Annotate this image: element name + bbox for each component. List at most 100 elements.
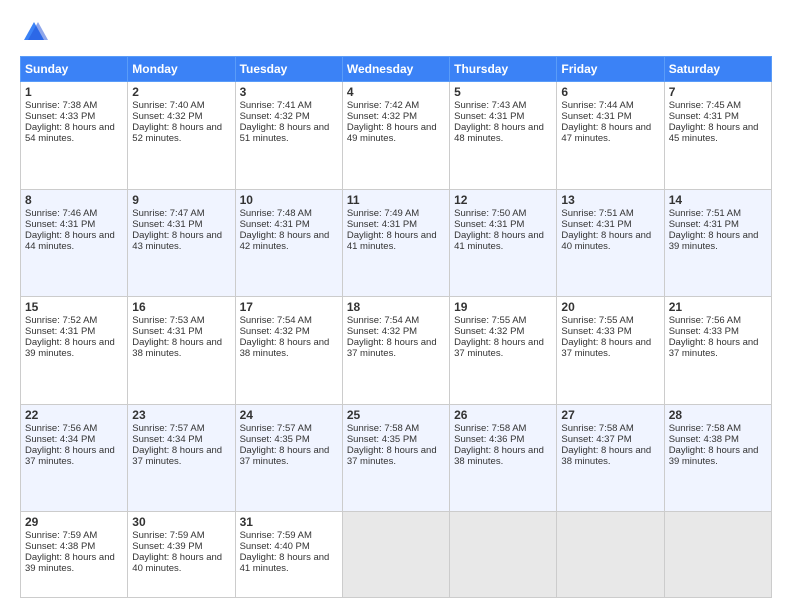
daylight-text: Daylight: 8 hours and 37 minutes. [669, 337, 759, 359]
day-number: 30 [132, 515, 230, 529]
sunset-text: Sunset: 4:31 PM [25, 326, 95, 337]
daylight-text: Daylight: 8 hours and 41 minutes. [454, 230, 544, 252]
sunset-text: Sunset: 4:35 PM [347, 434, 417, 445]
sunset-text: Sunset: 4:31 PM [669, 111, 739, 122]
sunset-text: Sunset: 4:33 PM [561, 326, 631, 337]
day-number: 18 [347, 300, 445, 314]
day-number: 29 [25, 515, 123, 529]
calendar-cell: 5 Sunrise: 7:43 AM Sunset: 4:31 PM Dayli… [450, 82, 557, 190]
sunrise-text: Sunrise: 7:59 AM [240, 530, 312, 541]
calendar-cell: 22 Sunrise: 7:56 AM Sunset: 4:34 PM Dayl… [21, 404, 128, 512]
calendar-cell: 13 Sunrise: 7:51 AM Sunset: 4:31 PM Dayl… [557, 189, 664, 297]
day-number: 15 [25, 300, 123, 314]
calendar-cell: 1 Sunrise: 7:38 AM Sunset: 4:33 PM Dayli… [21, 82, 128, 190]
calendar-day-header: Thursday [450, 57, 557, 82]
daylight-text: Daylight: 8 hours and 37 minutes. [561, 337, 651, 359]
calendar-day-header: Tuesday [235, 57, 342, 82]
calendar-cell: 15 Sunrise: 7:52 AM Sunset: 4:31 PM Dayl… [21, 297, 128, 405]
daylight-text: Daylight: 8 hours and 52 minutes. [132, 122, 222, 144]
day-number: 9 [132, 193, 230, 207]
day-number: 4 [347, 85, 445, 99]
calendar-day-header: Sunday [21, 57, 128, 82]
sunrise-text: Sunrise: 7:56 AM [25, 423, 97, 434]
calendar-cell: 14 Sunrise: 7:51 AM Sunset: 4:31 PM Dayl… [664, 189, 771, 297]
daylight-text: Daylight: 8 hours and 40 minutes. [561, 230, 651, 252]
day-number: 24 [240, 408, 338, 422]
calendar-day-header: Wednesday [342, 57, 449, 82]
calendar-cell: 2 Sunrise: 7:40 AM Sunset: 4:32 PM Dayli… [128, 82, 235, 190]
calendar-table: SundayMondayTuesdayWednesdayThursdayFrid… [20, 56, 772, 598]
day-number: 3 [240, 85, 338, 99]
sunrise-text: Sunrise: 7:58 AM [669, 423, 741, 434]
calendar-cell: 9 Sunrise: 7:47 AM Sunset: 4:31 PM Dayli… [128, 189, 235, 297]
calendar-cell: 6 Sunrise: 7:44 AM Sunset: 4:31 PM Dayli… [557, 82, 664, 190]
day-number: 21 [669, 300, 767, 314]
sunrise-text: Sunrise: 7:45 AM [669, 100, 741, 111]
calendar-day-header: Saturday [664, 57, 771, 82]
day-number: 12 [454, 193, 552, 207]
sunset-text: Sunset: 4:37 PM [561, 434, 631, 445]
sunset-text: Sunset: 4:31 PM [669, 219, 739, 230]
daylight-text: Daylight: 8 hours and 39 minutes. [25, 552, 115, 574]
daylight-text: Daylight: 8 hours and 38 minutes. [454, 445, 544, 467]
daylight-text: Daylight: 8 hours and 44 minutes. [25, 230, 115, 252]
calendar-cell: 30 Sunrise: 7:59 AM Sunset: 4:39 PM Dayl… [128, 512, 235, 598]
day-number: 6 [561, 85, 659, 99]
day-number: 19 [454, 300, 552, 314]
sunset-text: Sunset: 4:31 PM [454, 219, 524, 230]
daylight-text: Daylight: 8 hours and 45 minutes. [669, 122, 759, 144]
day-number: 16 [132, 300, 230, 314]
calendar-week-row: 15 Sunrise: 7:52 AM Sunset: 4:31 PM Dayl… [21, 297, 772, 405]
daylight-text: Daylight: 8 hours and 49 minutes. [347, 122, 437, 144]
sunrise-text: Sunrise: 7:58 AM [561, 423, 633, 434]
calendar-day-header: Friday [557, 57, 664, 82]
day-number: 27 [561, 408, 659, 422]
daylight-text: Daylight: 8 hours and 37 minutes. [347, 445, 437, 467]
calendar-cell: 31 Sunrise: 7:59 AM Sunset: 4:40 PM Dayl… [235, 512, 342, 598]
sunset-text: Sunset: 4:32 PM [240, 111, 310, 122]
calendar-cell: 25 Sunrise: 7:58 AM Sunset: 4:35 PM Dayl… [342, 404, 449, 512]
sunrise-text: Sunrise: 7:59 AM [25, 530, 97, 541]
sunset-text: Sunset: 4:36 PM [454, 434, 524, 445]
calendar-cell: 23 Sunrise: 7:57 AM Sunset: 4:34 PM Dayl… [128, 404, 235, 512]
day-number: 14 [669, 193, 767, 207]
sunset-text: Sunset: 4:31 PM [132, 326, 202, 337]
sunset-text: Sunset: 4:33 PM [25, 111, 95, 122]
day-number: 1 [25, 85, 123, 99]
daylight-text: Daylight: 8 hours and 43 minutes. [132, 230, 222, 252]
logo [20, 18, 52, 46]
daylight-text: Daylight: 8 hours and 41 minutes. [240, 552, 330, 574]
daylight-text: Daylight: 8 hours and 39 minutes. [669, 445, 759, 467]
sunrise-text: Sunrise: 7:57 AM [132, 423, 204, 434]
sunrise-text: Sunrise: 7:48 AM [240, 208, 312, 219]
daylight-text: Daylight: 8 hours and 41 minutes. [347, 230, 437, 252]
day-number: 31 [240, 515, 338, 529]
sunset-text: Sunset: 4:38 PM [25, 541, 95, 552]
calendar-cell: 11 Sunrise: 7:49 AM Sunset: 4:31 PM Dayl… [342, 189, 449, 297]
daylight-text: Daylight: 8 hours and 47 minutes. [561, 122, 651, 144]
calendar-cell: 20 Sunrise: 7:55 AM Sunset: 4:33 PM Dayl… [557, 297, 664, 405]
calendar-cell: 10 Sunrise: 7:48 AM Sunset: 4:31 PM Dayl… [235, 189, 342, 297]
sunrise-text: Sunrise: 7:51 AM [561, 208, 633, 219]
calendar-cell: 27 Sunrise: 7:58 AM Sunset: 4:37 PM Dayl… [557, 404, 664, 512]
day-number: 5 [454, 85, 552, 99]
day-number: 7 [669, 85, 767, 99]
day-number: 8 [25, 193, 123, 207]
sunrise-text: Sunrise: 7:58 AM [347, 423, 419, 434]
sunrise-text: Sunrise: 7:50 AM [454, 208, 526, 219]
sunrise-text: Sunrise: 7:46 AM [25, 208, 97, 219]
logo-icon [20, 18, 48, 46]
sunset-text: Sunset: 4:39 PM [132, 541, 202, 552]
daylight-text: Daylight: 8 hours and 39 minutes. [25, 337, 115, 359]
calendar-cell: 21 Sunrise: 7:56 AM Sunset: 4:33 PM Dayl… [664, 297, 771, 405]
sunset-text: Sunset: 4:34 PM [25, 434, 95, 445]
day-number: 25 [347, 408, 445, 422]
daylight-text: Daylight: 8 hours and 42 minutes. [240, 230, 330, 252]
day-number: 11 [347, 193, 445, 207]
calendar-cell: 12 Sunrise: 7:50 AM Sunset: 4:31 PM Dayl… [450, 189, 557, 297]
day-number: 10 [240, 193, 338, 207]
calendar-cell [342, 512, 449, 598]
sunrise-text: Sunrise: 7:47 AM [132, 208, 204, 219]
calendar-cell: 28 Sunrise: 7:58 AM Sunset: 4:38 PM Dayl… [664, 404, 771, 512]
sunset-text: Sunset: 4:31 PM [561, 219, 631, 230]
